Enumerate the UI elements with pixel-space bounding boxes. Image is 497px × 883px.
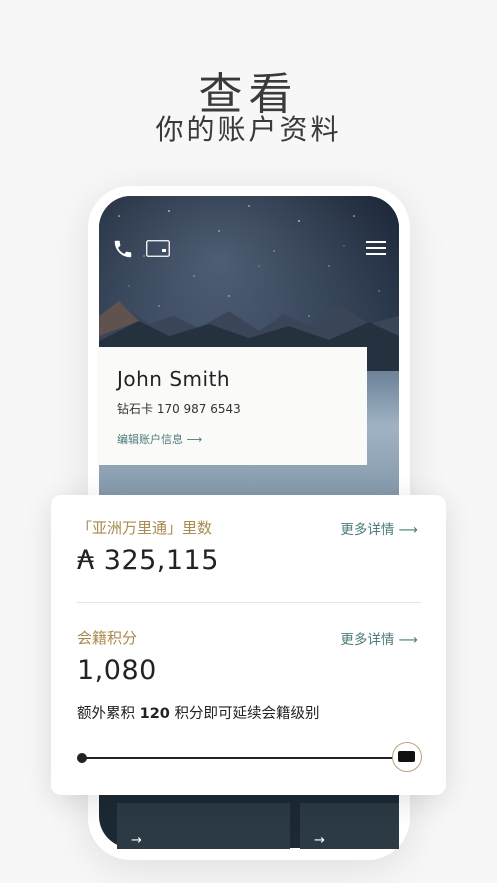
- membership-card-icon: [398, 751, 415, 762]
- menu-icon[interactable]: [366, 240, 386, 256]
- bottom-tile-right[interactable]: →: [300, 803, 399, 849]
- membership-more-link[interactable]: 更多详情 ⟶: [340, 628, 418, 648]
- retain-number: 120: [139, 706, 170, 722]
- arrow-icon: →: [314, 833, 325, 848]
- miles-value: ₳ 325,115: [77, 545, 219, 576]
- miles-label: 「亚洲万里通」里数: [77, 519, 213, 537]
- phone-icon[interactable]: [112, 238, 134, 260]
- edit-account-link[interactable]: 编辑账户信息 ⟶: [117, 431, 202, 447]
- hero-subtitle: 你的账户资料: [155, 113, 342, 146]
- progress-end-marker: [392, 742, 422, 772]
- membership-points-label: 会籍积分: [77, 629, 138, 647]
- progress-start-dot: [77, 753, 87, 763]
- progress-track: [81, 757, 406, 759]
- profile-tier-number: 钻石卡 170 987 6543: [117, 402, 241, 416]
- card-icon[interactable]: [146, 240, 170, 257]
- retain-prefix: 额外累积: [77, 706, 140, 722]
- membership-points-value: 1,080: [77, 655, 157, 686]
- bottom-tile-left[interactable]: →: [117, 803, 290, 849]
- retain-status-text: 额外累积 120 积分即可延续会籍级别: [77, 702, 320, 723]
- profile-card: John Smith 钻石卡 170 987 6543 编辑账户信息 ⟶: [97, 347, 367, 465]
- profile-name: John Smith: [117, 367, 231, 391]
- divider: [77, 602, 421, 603]
- retain-suffix: 积分即可延续会籍级别: [169, 706, 320, 722]
- account-summary-card: 「亚洲万里通」里数 更多详情 ⟶ ₳ 325,115 会籍积分 更多详情 ⟶ 1…: [51, 495, 446, 795]
- miles-more-link[interactable]: 更多详情 ⟶: [340, 518, 418, 538]
- arrow-icon: →: [131, 833, 142, 848]
